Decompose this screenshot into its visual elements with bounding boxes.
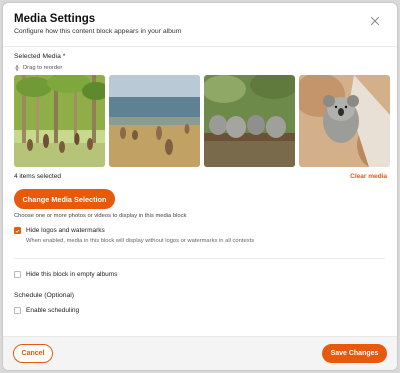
dialog-title: Media Settings: [14, 13, 96, 25]
hide-logos-label: Hide logos and watermarks: [26, 227, 105, 234]
media-thumbnail[interactable]: [204, 75, 295, 167]
media-thumbnail[interactable]: [109, 75, 200, 167]
close-icon[interactable]: [369, 15, 381, 27]
hide-empty-checkbox[interactable]: [14, 271, 21, 278]
hide-logos-checkbox[interactable]: [14, 227, 21, 234]
cancel-button[interactable]: Cancel: [13, 344, 53, 363]
schedule-label: Schedule (Optional): [14, 292, 75, 299]
drag-icon: [14, 65, 20, 71]
hide-empty-checkbox-row[interactable]: Hide this block in empty albums: [14, 271, 117, 278]
media-thumbnail[interactable]: [14, 75, 105, 167]
header-divider: [3, 46, 397, 47]
hide-logos-help: When enabled, media in this block will d…: [26, 238, 255, 244]
media-settings-dialog: Media Settings Configure how this conten…: [2, 2, 398, 371]
dialog-header: Media Settings Configure how this conten…: [14, 13, 387, 47]
hide-logos-checkbox-row[interactable]: Hide logos and watermarks: [14, 227, 105, 234]
enable-scheduling-row[interactable]: Enable scheduling: [14, 307, 79, 314]
clear-media-link[interactable]: Clear media: [350, 173, 387, 180]
change-media-button[interactable]: Change Media Selection: [14, 189, 115, 209]
selected-media-label: Selected Media *: [14, 53, 66, 60]
checkmark-icon: [15, 229, 20, 233]
media-thumbnail-strip: [14, 75, 390, 167]
hide-empty-label: Hide this block in empty albums: [26, 271, 118, 278]
drag-hint: Drag to reorder: [14, 65, 62, 71]
dialog-subtitle: Configure how this content block appears…: [14, 28, 182, 35]
drag-hint-text: Drag to reorder: [23, 65, 63, 71]
section-divider: [14, 258, 385, 259]
save-changes-button[interactable]: Save Changes: [322, 344, 387, 363]
change-media-description: Choose one or more photos or videos to d…: [14, 213, 187, 219]
media-thumbnail[interactable]: [299, 75, 390, 167]
enable-scheduling-label: Enable scheduling: [26, 307, 80, 314]
enable-scheduling-checkbox[interactable]: [14, 307, 21, 314]
dialog-footer: Cancel Save Changes: [3, 336, 397, 370]
media-count: 4 items selected: [14, 173, 61, 180]
